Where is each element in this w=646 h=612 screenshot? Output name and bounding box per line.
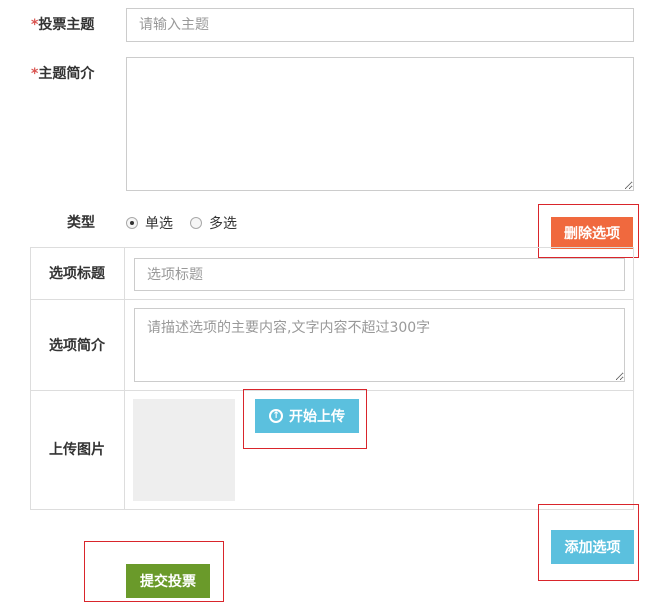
delete-option-button[interactable]: 删除选项 [551,217,633,249]
radio-single-label[interactable]: 单选 [145,213,173,233]
image-preview-placeholder [133,399,235,501]
upload-arrow-circle-icon: ↑ [269,409,283,423]
option-table-row-divider [31,299,633,300]
option-title-label: 选项标题 [49,266,105,282]
topic-label-text: 投票主题 [38,17,95,33]
radio-multiple[interactable] [190,217,202,229]
topic-label: *投票主题 [31,15,94,35]
type-label: 类型 [67,215,95,231]
intro-textarea[interactable] [126,57,634,191]
option-intro-label: 选项简介 [49,338,105,354]
option-title-input[interactable] [134,258,625,291]
add-option-button[interactable]: 添加选项 [551,530,634,564]
type-radio-group: 单选 多选 [126,213,237,233]
radio-single[interactable] [126,217,138,229]
topic-input[interactable] [126,8,634,42]
option-table-column-divider [124,248,125,509]
start-upload-label: 开始上传 [289,409,345,425]
submit-vote-button[interactable]: 提交投票 [126,564,210,598]
intro-label: *主题简介 [31,64,94,84]
option-intro-textarea[interactable] [134,308,625,382]
upload-image-label: 上传图片 [49,442,105,458]
intro-label-text: 主题简介 [38,66,95,82]
radio-multiple-label[interactable]: 多选 [209,213,237,233]
start-upload-button[interactable]: ↑ 开始上传 [255,399,359,433]
